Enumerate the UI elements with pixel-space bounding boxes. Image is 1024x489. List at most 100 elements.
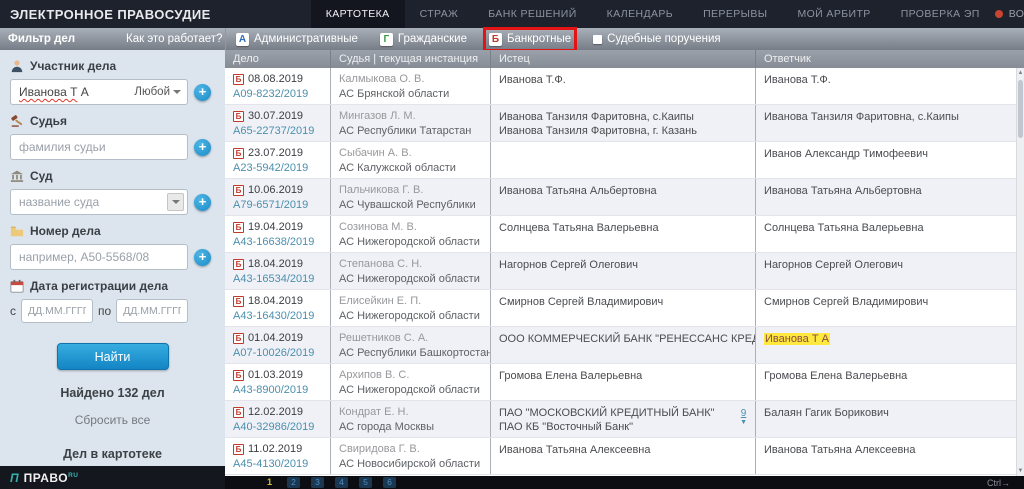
- plaintiff-cell: Нагорнов Сергей Олегович: [490, 253, 755, 289]
- vertical-scrollbar[interactable]: ▲ ▼: [1016, 68, 1024, 477]
- table-row[interactable]: Б12.02.2019А40-32986/2019Кондрат Е. Н.АС…: [225, 401, 1016, 438]
- case-number-link[interactable]: А43-8900/2019: [233, 384, 330, 396]
- nav-item-moy-arbitr[interactable]: МОЙ АРБИТР: [782, 0, 885, 28]
- judge-cell: Свиридова Г. В.АС Новосибирской области: [330, 438, 490, 474]
- date-from-input[interactable]: [21, 299, 93, 323]
- add-case-number-button[interactable]: +: [194, 249, 211, 266]
- case-number-link[interactable]: А43-16534/2019: [233, 273, 330, 285]
- case-date: 12.02.2019: [248, 406, 303, 418]
- case-number-link[interactable]: А40-32986/2019: [233, 421, 330, 433]
- nav-item-proverka-ep[interactable]: ПРОВЕРКА ЭП: [886, 0, 995, 28]
- add-participant-button[interactable]: +: [194, 84, 211, 101]
- case-number-link[interactable]: А79-6571/2019: [233, 199, 330, 211]
- plaintiff-name: Нагорнов Сергей Олегович: [499, 258, 755, 272]
- table-row[interactable]: Б10.06.2019А79-6571/2019Пальчикова Г. В.…: [225, 179, 1016, 216]
- add-judge-button[interactable]: +: [194, 139, 211, 156]
- table-row[interactable]: Б30.07.2019А65-22737/2019Мингазов Л. М.А…: [225, 105, 1016, 142]
- plaintiff-cell: Громова Елена Валерьевна: [490, 364, 755, 400]
- pravo-logo-icon: П: [10, 471, 19, 485]
- chevron-down-icon: ▼: [740, 418, 747, 427]
- judge-name: Сыбачин А. В.: [339, 147, 490, 159]
- case-number-link[interactable]: А09-8232/2019: [233, 88, 330, 100]
- court-name: АС Нижегородской области: [339, 384, 490, 396]
- defendant-name: Иванова Татьяна Алексеевна: [764, 443, 1016, 457]
- case-number-link[interactable]: А45-4130/2019: [233, 458, 330, 470]
- case-number-input[interactable]: [10, 244, 188, 270]
- judge-name: Степанова С. Н.: [339, 258, 490, 270]
- case-number-link[interactable]: А43-16638/2019: [233, 236, 330, 248]
- page-button-4[interactable]: 4: [335, 477, 348, 488]
- judge-cell: Сыбачин А. В.АС Калужской области: [330, 142, 490, 178]
- tab-bankruptcy[interactable]: ББанкротные: [489, 33, 571, 46]
- nav-item-pereryvy[interactable]: ПЕРЕРЫВЫ: [688, 0, 782, 28]
- court-name: АС Нижегородской области: [339, 236, 490, 248]
- scrollbar-thumb[interactable]: [1018, 80, 1023, 138]
- tab-civil[interactable]: ГГражданские: [380, 33, 467, 46]
- judge-input[interactable]: [10, 134, 188, 160]
- date-to-input[interactable]: [116, 299, 188, 323]
- nav-item-kalendar[interactable]: КАЛЕНДАРЬ: [592, 0, 688, 28]
- case-number-link[interactable]: А43-16430/2019: [233, 310, 330, 322]
- defendant-name: Солнцева Татьяна Валерьевна: [764, 221, 1016, 235]
- reset-all-link[interactable]: Сбросить все: [0, 413, 225, 427]
- plaintiff-name: Иванова Танзиля Фаритовна, с.Каипы: [499, 110, 755, 124]
- case-number-link[interactable]: А07-10026/2019: [233, 347, 330, 359]
- table-row[interactable]: Б01.03.2019А43-8900/2019Архипов В. С.АС …: [225, 364, 1016, 401]
- tab-bankruptcy-icon: Б: [489, 33, 502, 46]
- plaintiff-cell: Солнцева Татьяна Валерьевна: [490, 216, 755, 252]
- filter-title: Фильтр дел: [0, 33, 126, 45]
- case-number-section-label: Номер дела: [0, 215, 225, 242]
- how-it-works-link[interactable]: Как это работает?: [126, 33, 225, 45]
- search-button[interactable]: Найти: [57, 343, 169, 370]
- defendant-name: Иванова Татьяна Альбертовна: [764, 184, 1016, 198]
- case-cell: Б18.04.2019А43-16430/2019: [225, 290, 330, 326]
- court-input[interactable]: [10, 189, 188, 215]
- case-number-link[interactable]: А65-22737/2019: [233, 125, 330, 137]
- table-row[interactable]: Б18.04.2019А43-16430/2019Елисейкин Е. П.…: [225, 290, 1016, 327]
- nav-item-kartoteka[interactable]: КАРТОТЕКА: [311, 0, 405, 28]
- nav-item-bank-resheniy[interactable]: БАНК РЕШЕНИЙ: [473, 0, 591, 28]
- page-button-2[interactable]: 2: [287, 477, 300, 488]
- court-name: АС Нижегородской области: [339, 310, 490, 322]
- participant-role-dropdown[interactable]: Любой: [134, 86, 181, 98]
- case-number-link[interactable]: А23-5942/2019: [233, 162, 330, 174]
- scroll-down-icon[interactable]: ▼: [1017, 467, 1024, 475]
- page-button-1[interactable]: 1: [263, 477, 276, 488]
- court-name: АС Новосибирской области: [339, 458, 490, 470]
- filter-bar: Фильтр дел Как это работает? ААдминистра…: [0, 28, 1024, 50]
- nav-item-strazh[interactable]: СТРАЖ: [405, 0, 474, 28]
- case-date: 18.04.2019: [248, 258, 303, 270]
- scroll-up-icon[interactable]: ▲: [1017, 69, 1024, 77]
- table-row[interactable]: Б18.04.2019А43-16534/2019Степанова С. Н.…: [225, 253, 1016, 290]
- case-date: 23.07.2019: [248, 147, 303, 159]
- add-court-button[interactable]: +: [194, 194, 211, 211]
- judge-cell: Архипов В. С.АС Нижегородской области: [330, 364, 490, 400]
- tab-court-orders[interactable]: Судебные поручения: [593, 33, 720, 45]
- pagination-bar: 123456Ctrl→: [225, 476, 1024, 489]
- defendant-name: Смирнов Сергей Владимирович: [764, 295, 1016, 309]
- page-button-5[interactable]: 5: [359, 477, 372, 488]
- table-row[interactable]: Б19.04.2019А43-16638/2019Созинова М. В.А…: [225, 216, 1016, 253]
- case-date-line: Б08.08.2019: [233, 73, 330, 85]
- table-row[interactable]: Б23.07.2019А23-5942/2019Сыбачин А. В.АС …: [225, 142, 1016, 179]
- page-button-6[interactable]: 6: [383, 477, 396, 488]
- tab-civil-label: Гражданские: [398, 33, 467, 45]
- court-name: АС Брянской области: [339, 88, 490, 100]
- court-name: АС Нижегородской области: [339, 273, 490, 285]
- top-bar: ЭЛЕКТРОННОЕ ПРАВОСУДИЕ КАРТОТЕКАСТРАЖБАН…: [0, 0, 1024, 28]
- column-header-case: Дело: [225, 53, 330, 65]
- page-button-3[interactable]: 3: [311, 477, 324, 488]
- table-row[interactable]: Б01.04.2019А07-10026/2019Решетников С. А…: [225, 327, 1016, 364]
- date-to-label: по: [98, 304, 111, 318]
- plaintiff-cell: [490, 142, 755, 178]
- tab-administrative[interactable]: ААдминистративные: [236, 33, 358, 46]
- table-row[interactable]: Б08.08.2019А09-8232/2019Калмыкова О. В.А…: [225, 68, 1016, 105]
- judge-cell: Решетников С. А.АС Республики Башкортост…: [330, 327, 490, 363]
- court-dropdown-button[interactable]: [167, 193, 184, 211]
- table-row[interactable]: Б11.02.2019А45-4130/2019Свиридова Г. В.А…: [225, 438, 1016, 475]
- login-button[interactable]: ВОЙТИ: [995, 8, 1024, 20]
- more-parties-badge[interactable]: 9▼: [740, 409, 747, 427]
- participant-input[interactable]: Иванова Т А Любой: [10, 79, 188, 105]
- plaintiff-cell: Иванова Танзиля Фаритовна, с.КаипыИванов…: [490, 105, 755, 141]
- column-header-judge: Судья | текущая инстанция: [330, 50, 490, 68]
